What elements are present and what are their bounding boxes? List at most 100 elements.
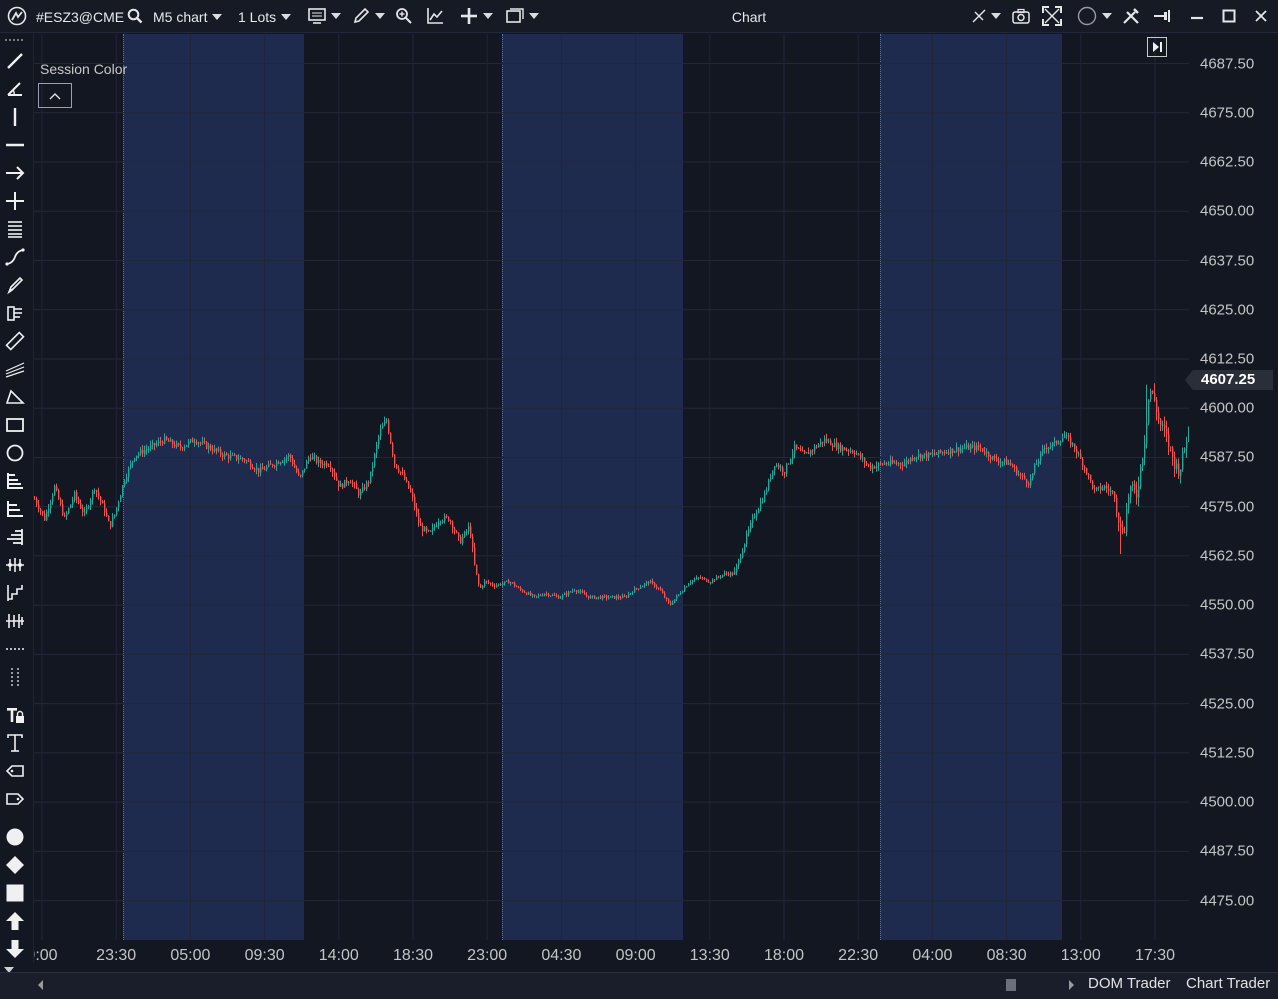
tools-icon[interactable]	[1120, 5, 1142, 27]
horizontal-line-icon[interactable]	[2, 133, 28, 157]
candle-body	[350, 482, 352, 484]
minimize-icon[interactable]	[1186, 5, 1208, 27]
circle-marker-icon[interactable]	[2, 825, 28, 849]
candle-body	[372, 466, 374, 472]
candle-body	[294, 464, 296, 468]
maximize-icon[interactable]	[1218, 5, 1240, 27]
app-logo-icon[interactable]	[6, 5, 28, 27]
candle-body	[122, 485, 124, 496]
candle-body	[62, 504, 64, 515]
fibonacci-retracement-icon[interactable]	[2, 469, 28, 493]
price-tick-label: 4662.50	[1200, 153, 1255, 171]
color-dropdown[interactable]	[1074, 5, 1114, 27]
scroll-left-icon[interactable]	[38, 980, 43, 990]
price-axis[interactable]: 4687.50 4675.00 4662.50 4650.00 4637.50 4625.…	[1185, 34, 1275, 940]
fibonacci-fan-icon[interactable]	[2, 357, 28, 381]
triangle-icon[interactable]	[2, 385, 28, 409]
candle-body	[1146, 423, 1148, 444]
chart-area[interactable]	[34, 34, 1189, 940]
candle-body	[186, 444, 188, 447]
step-line-icon[interactable]	[2, 581, 28, 605]
brush-icon[interactable]	[2, 273, 28, 297]
price-label-icon[interactable]	[2, 759, 28, 783]
candle-body	[448, 516, 450, 521]
candle-body	[1132, 484, 1134, 486]
time-tick-label: 18:00	[763, 947, 805, 964]
candle-body	[250, 461, 252, 468]
time-axis[interactable]: 9:00 23:30 05:00 09:30 14:00 18:30 23:00 04:30 0…	[34, 940, 1189, 972]
text-lock-icon[interactable]	[2, 703, 28, 727]
chart-trader-tab[interactable]: Chart Trader	[1186, 975, 1270, 992]
candle-body	[358, 489, 360, 496]
parallel-lines-icon[interactable]	[2, 217, 28, 241]
candle-body	[234, 454, 236, 456]
candle-body	[272, 464, 274, 467]
diamond-marker-icon[interactable]	[2, 853, 28, 877]
candle-body	[710, 582, 712, 584]
chevron-down-icon	[330, 13, 341, 19]
horizontal-scrollbar[interactable]	[50, 979, 1064, 991]
candle-body	[584, 592, 586, 595]
scroll-to-latest-button[interactable]	[1147, 37, 1167, 57]
gann-grid-icon[interactable]	[2, 609, 28, 633]
scroll-right-icon[interactable]	[1069, 980, 1074, 990]
camera-icon[interactable]	[1010, 5, 1032, 27]
ray-arrow-icon[interactable]	[2, 161, 28, 185]
candle-body	[142, 449, 144, 454]
arrow-down-icon[interactable]	[2, 937, 28, 961]
vertical-line-icon[interactable]	[2, 105, 28, 129]
dashed-vertical-icon[interactable]	[2, 665, 28, 689]
candle-body	[60, 499, 62, 505]
add-dropdown[interactable]	[457, 5, 495, 27]
trend-line-icon[interactable]	[2, 49, 28, 73]
pin-icon[interactable]	[1151, 5, 1173, 27]
candle-body	[1172, 447, 1174, 457]
arrow-up-icon[interactable]	[2, 909, 28, 933]
fullscreen-icon[interactable]	[1041, 5, 1063, 27]
rectangle-icon[interactable]	[2, 413, 28, 437]
indicators-icon[interactable]	[425, 5, 445, 27]
candle-body	[510, 582, 512, 584]
curve-icon[interactable]	[2, 245, 28, 269]
symbol-selector[interactable]: #ESZ3@CME	[36, 0, 124, 33]
candle-body	[410, 488, 412, 492]
candle-body	[644, 583, 646, 586]
candle-body	[228, 455, 230, 459]
candle-body	[1116, 497, 1118, 513]
crosshair-dropdown[interactable]	[966, 5, 1006, 27]
timeframe-dropdown[interactable]: M5 chart	[153, 0, 223, 33]
chart-type-dropdown[interactable]	[304, 5, 344, 27]
candle-body	[888, 464, 890, 466]
candle-body	[1182, 451, 1184, 470]
ruler-icon[interactable]	[2, 329, 28, 353]
collapse-legend-button[interactable]	[38, 83, 72, 108]
candle-body	[360, 491, 362, 496]
square-marker-icon[interactable]	[2, 881, 28, 905]
cross-line-icon[interactable]	[2, 189, 28, 213]
fibonacci-extension-icon[interactable]	[2, 497, 28, 521]
angle-line-icon[interactable]	[2, 77, 28, 101]
search-icon[interactable]	[126, 5, 144, 27]
toolbar-grip-icon[interactable]	[2, 35, 28, 45]
price-range-icon[interactable]	[2, 301, 28, 325]
layout-dropdown[interactable]	[503, 5, 541, 27]
candle-body	[180, 445, 182, 448]
zoom-icon[interactable]	[394, 5, 414, 27]
candle-body	[708, 581, 710, 583]
text-icon[interactable]	[2, 731, 28, 755]
tag-label-icon[interactable]	[2, 787, 28, 811]
lots-dropdown[interactable]: 1 Lots	[238, 0, 292, 33]
drawing-dropdown[interactable]	[349, 5, 387, 27]
candle-body	[1068, 435, 1070, 438]
candle-body	[1026, 479, 1028, 484]
close-icon[interactable]	[1250, 5, 1272, 27]
fibonacci-levels-icon[interactable]	[2, 525, 28, 549]
price-tick-label: 4675.00	[1200, 104, 1255, 122]
pitchfork-icon[interactable]	[2, 553, 28, 577]
dom-trader-tab[interactable]: DOM Trader	[1088, 975, 1171, 992]
scrollbar-thumb[interactable]	[1006, 979, 1016, 991]
dashed-horizontal-icon[interactable]	[2, 637, 28, 661]
ellipse-icon[interactable]	[2, 441, 28, 465]
time-tick-label: 05:00	[170, 947, 211, 964]
candle-body	[322, 463, 324, 466]
